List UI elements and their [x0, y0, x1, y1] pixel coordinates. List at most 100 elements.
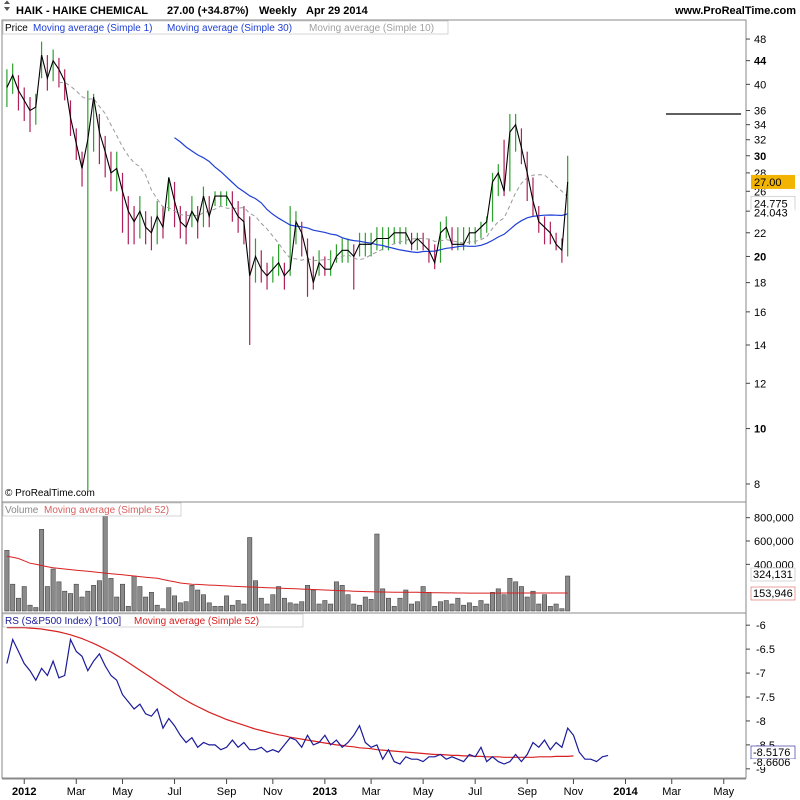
volume-bar [478, 600, 484, 612]
ma10-line [58, 81, 569, 262]
volume-bar [56, 581, 62, 612]
volume-bar [328, 603, 334, 612]
volume-bar [258, 597, 264, 612]
volume-bar [472, 606, 478, 612]
volume-bar [374, 533, 380, 612]
volume-bar [414, 601, 420, 612]
stock-chart: HAIK - HAIKE CHEMICAL 27.00 (+34.87%) We… [0, 0, 800, 798]
copyright-text: © ProRealTime.com [5, 488, 95, 499]
x-tick-label: Nov [564, 786, 584, 798]
volume-bar [224, 595, 230, 612]
volume-bar [235, 600, 241, 612]
header-title: HAIK - HAIKE CHEMICAL [16, 5, 148, 17]
volume-last-label: 324,131 [753, 569, 793, 581]
volume-bar [62, 590, 68, 612]
rs-panel-frame [1, 612, 747, 779]
rs-panel: -6-6.5-7-7.5-8-8.5-9-8.5176-8.6606 [6, 620, 796, 776]
volume-bar [33, 607, 39, 612]
price-y-tick-label: 34 [754, 120, 766, 132]
legend-price: Price [5, 23, 28, 34]
volume-bar [218, 606, 224, 612]
volume-bar [96, 580, 102, 612]
volume-bar [547, 606, 553, 612]
volume-bar [553, 603, 559, 612]
volume-bar [120, 583, 125, 612]
volume-bar [172, 595, 177, 612]
volume-bar [501, 594, 507, 612]
volume-bar [44, 586, 50, 612]
volume-bar [270, 594, 276, 612]
price-y-tick-label: 36 [754, 105, 766, 117]
volume-bar [449, 603, 455, 612]
volume-bar [420, 586, 426, 612]
volume-bar [16, 597, 21, 612]
volume-bar [403, 589, 409, 612]
last-price-label: 27.00 [754, 177, 782, 189]
price-y-tick-label: 20 [754, 251, 766, 263]
volume-bar [166, 587, 172, 612]
volume-bar [131, 575, 137, 612]
volume-bar [247, 537, 253, 612]
volume-bar [357, 604, 362, 612]
volume-bar [518, 586, 524, 612]
price-y-tick-label: 40 [754, 79, 766, 91]
x-tick-label: Nov [263, 786, 283, 798]
volume-bar [530, 590, 536, 612]
volume-bar [466, 602, 472, 612]
volume-bar [345, 594, 351, 612]
volume-bar [316, 603, 322, 612]
volume-panel-frame [1, 501, 747, 614]
header-period: Weekly [259, 5, 298, 17]
volume-bar [351, 603, 357, 612]
volume-bar [212, 606, 218, 612]
volume-bar [299, 601, 305, 612]
x-tick-label: May [713, 786, 734, 798]
rs-y-tick-label: -8 [756, 716, 766, 728]
volume-bar [10, 583, 16, 612]
volume-bar [276, 586, 282, 612]
price-y-tick-label: 12 [754, 378, 766, 390]
volume-bar [426, 592, 432, 612]
volume-bar [484, 603, 490, 612]
volume-bar [397, 597, 403, 612]
volume-bar [177, 602, 183, 612]
volume-bar [241, 603, 247, 612]
volume-bar [559, 608, 565, 612]
volume-bar [73, 583, 79, 612]
header-quote: 27.00 (+34.87%) [167, 5, 249, 17]
rs-y-tick-label: -6 [756, 620, 766, 632]
price-y-tick-label: 8 [754, 479, 760, 491]
volume-bar [409, 603, 415, 612]
volume-bar [4, 550, 10, 612]
volume-bar [443, 600, 449, 612]
volume-ma52-label: 153,946 [753, 588, 793, 600]
price-y-tick-label: 44 [754, 56, 767, 68]
price-y-tick-label: 32 [754, 135, 766, 147]
legend-ma1: Moving average (Simple 1) [33, 23, 153, 34]
x-tick-label: Mar [662, 786, 681, 798]
legend-ma10: Moving average (Simple 10) [309, 23, 434, 34]
price-y-tick-label: 14 [754, 340, 766, 352]
volume-bar [281, 597, 287, 612]
volume-bar [455, 597, 461, 612]
volume-bar [39, 529, 45, 612]
volume-bar [160, 608, 166, 612]
x-tick-label: 2014 [613, 786, 638, 798]
volume-bar [137, 586, 143, 612]
x-tick-label: Mar [67, 786, 86, 798]
volume-bar [495, 588, 501, 612]
volume-bar [125, 606, 131, 612]
x-tick-label: Sep [517, 786, 537, 798]
volume-bar [362, 596, 368, 612]
rs-legend: RS (S&P500 Index) [*100] Moving average … [2, 613, 304, 628]
x-tick-label: 2012 [12, 786, 36, 798]
legend-ma30: Moving average (Simple 30) [167, 23, 292, 34]
volume-bar [68, 593, 73, 612]
ma30-value-label: 24.043 [754, 207, 788, 219]
price-y-tick-label: 16 [754, 307, 766, 319]
volume-bar [536, 603, 542, 612]
volume-panel: 400,000600,000800,000324,131153,946 [4, 510, 796, 612]
volume-bar [310, 589, 316, 612]
volume-bar [102, 510, 108, 612]
volume-bar [27, 604, 33, 612]
